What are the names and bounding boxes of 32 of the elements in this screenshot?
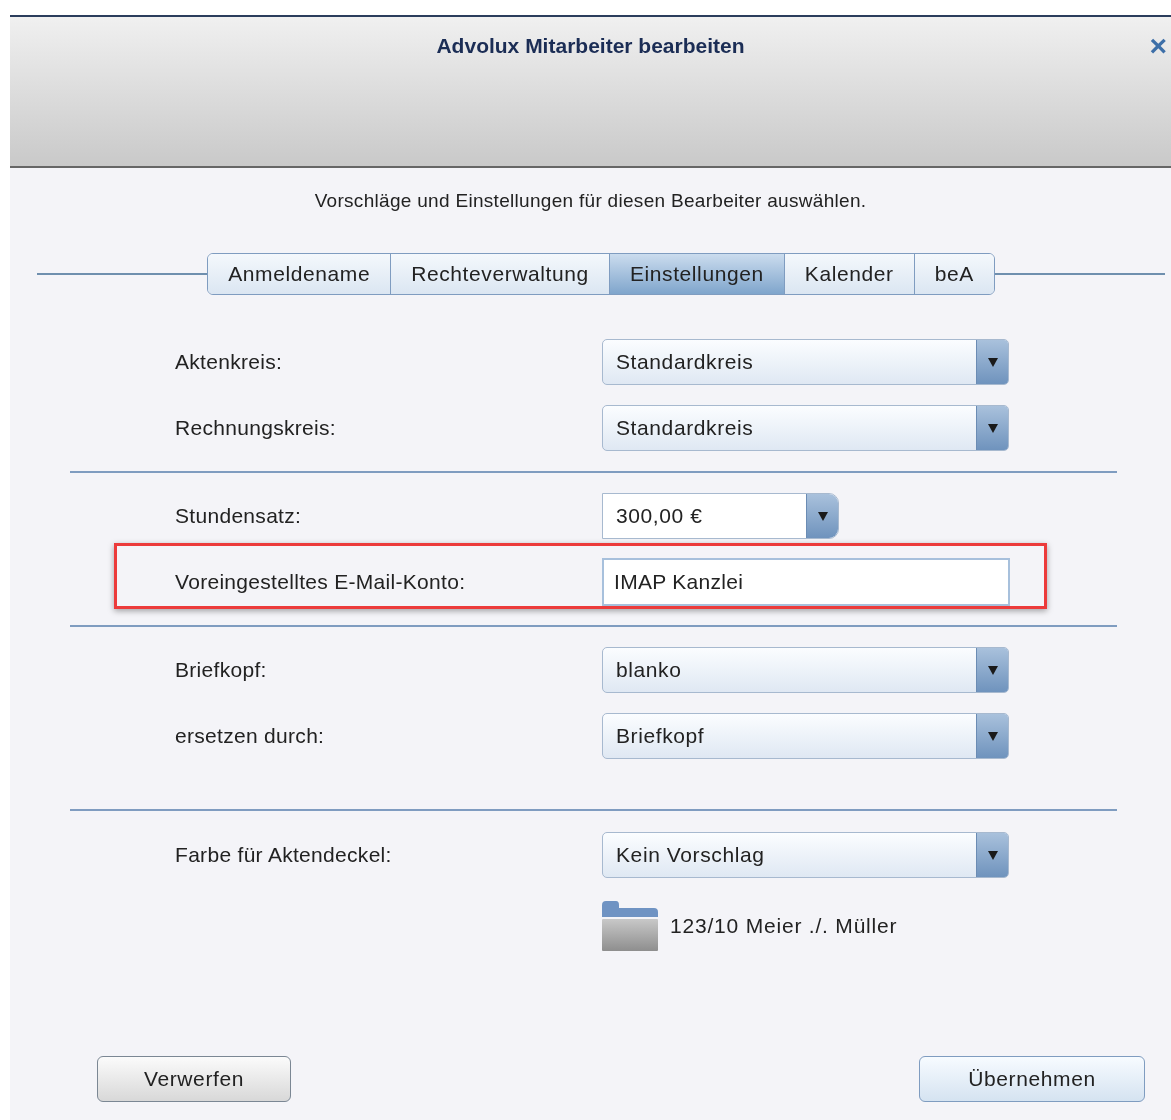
dropdown[interactable]: blanko [602, 646, 1009, 693]
folder-label: 123/10 Meier ./. Müller [670, 912, 898, 939]
field-label: Voreingestelltes E-Mail-Konto: [175, 568, 467, 595]
instruction-text: Vorschläge und Einstellungen für diesen Bearbeiter auswählen. [313, 189, 868, 213]
tab[interactable]: Anmeldename [208, 253, 392, 294]
field-label: Briefkopf: [175, 656, 268, 683]
caret-icon [816, 509, 829, 522]
text-field[interactable]: IMAP Kanzlei [602, 557, 1010, 606]
combo-box[interactable]: 300,00 € [602, 492, 839, 539]
field-label: Rechnungskreis: [175, 414, 337, 441]
close-button[interactable]: × [1149, 31, 1167, 61]
dropdown[interactable]: Kein Vorschlag [602, 831, 1009, 878]
field-label: Aktenkreis: [175, 348, 284, 375]
caret-icon [986, 663, 999, 676]
dropdown[interactable]: Standardkreis [602, 338, 1009, 385]
window-title: Advolux Mitarbeiter bearbeiten [436, 33, 745, 59]
folder-icon [602, 900, 658, 951]
caret-icon [986, 421, 999, 434]
caret-icon [986, 355, 999, 368]
field-label: Stundensatz: [175, 502, 303, 529]
discard-button[interactable]: Verwerfen [97, 1055, 291, 1102]
tab[interactable]: Kalender [784, 253, 915, 294]
tab[interactable]: Rechteverwaltung [391, 253, 610, 294]
field-label: Farbe für Aktendeckel: [175, 841, 393, 868]
tab[interactable]: beA [914, 253, 994, 294]
apply-button[interactable]: Übernehmen [919, 1055, 1145, 1102]
tab[interactable]: Einstellungen [609, 253, 785, 294]
dropdown[interactable]: Standardkreis [602, 404, 1009, 451]
caret-icon [986, 729, 999, 742]
field-label: ersetzen durch: [175, 722, 326, 749]
dropdown[interactable]: Briefkopf [602, 712, 1009, 759]
caret-icon [986, 848, 999, 861]
